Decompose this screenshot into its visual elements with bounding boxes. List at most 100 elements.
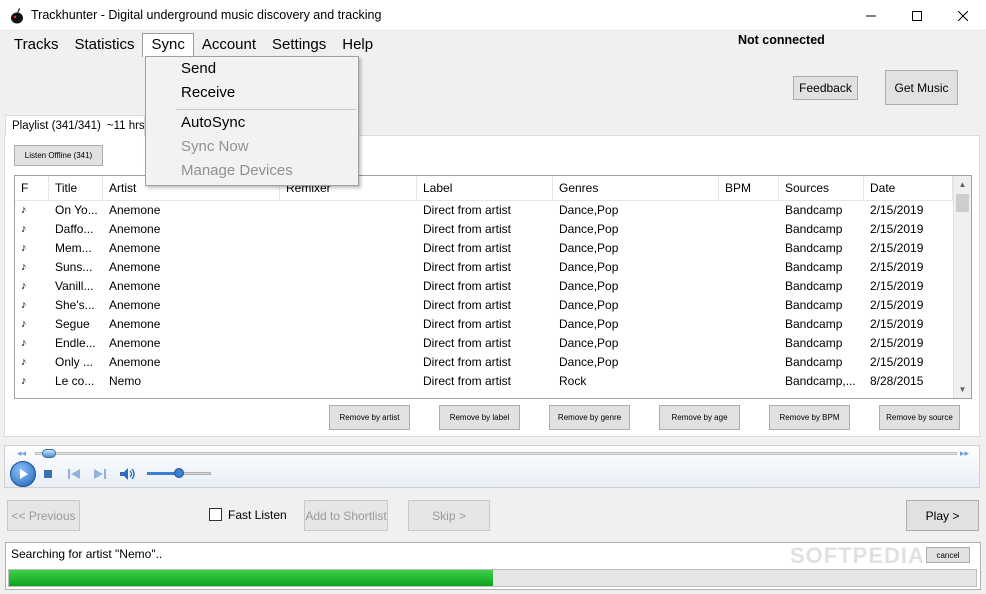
column-header-sources[interactable]: Sources	[779, 176, 864, 201]
scroll-thumb[interactable]	[956, 194, 969, 212]
remove-by-bpm-button[interactable]: Remove by BPM	[769, 405, 850, 430]
table-row[interactable]: ♪ Daffo... Anemone Direct from artist Dance,…	[15, 220, 953, 239]
listen-offline-button[interactable]: Listen Offline (341)	[14, 145, 103, 166]
title-bar: Trackhunter - Digital underground music …	[0, 0, 986, 31]
maximize-button[interactable]	[894, 0, 940, 31]
music-note-icon: ♪	[21, 280, 27, 292]
table-cell: Anemone	[109, 298, 161, 312]
remove-by-source-button[interactable]: Remove by source	[879, 405, 960, 430]
menu-account[interactable]: Account	[194, 33, 264, 57]
table-cell: Dance,Pop	[559, 203, 619, 217]
previous-track-icon[interactable]	[67, 467, 81, 481]
app-logo-icon	[10, 8, 24, 24]
play-button[interactable]: Play >	[906, 500, 979, 531]
column-header-date[interactable]: Date	[864, 176, 953, 201]
column-header-genres[interactable]: Genres	[553, 176, 719, 201]
table-cell	[280, 372, 417, 391]
scroll-down-icon[interactable]: ▼	[954, 381, 971, 398]
menu-item-send[interactable]: Send	[181, 60, 216, 77]
seek-bar[interactable]	[35, 452, 957, 455]
table-cell: Suns...	[55, 260, 93, 274]
table-row[interactable]: ♪ Segue Anemone Direct from artist Dance,Pop…	[15, 315, 953, 334]
menu-item-receive[interactable]: Receive	[181, 84, 235, 101]
table-row[interactable]: ♪ She's... Anemone Direct from artist Dance,…	[15, 296, 953, 315]
music-note-icon: ♪	[21, 299, 27, 311]
table-row[interactable]: ♪ Endle... Anemone Direct from artist Dance,…	[15, 334, 953, 353]
music-note-icon: ♪	[21, 223, 27, 235]
feedback-button[interactable]: Feedback	[793, 76, 858, 100]
track-table: F Title Artist Remixer Label Genres BPM …	[14, 175, 972, 399]
table-cell: 2/15/2019	[870, 203, 924, 217]
table-cell	[280, 315, 417, 334]
remove-by-age-button[interactable]: Remove by age	[659, 405, 740, 430]
table-cell: Direct from artist	[423, 336, 512, 350]
skip-button: Skip >	[408, 500, 490, 531]
table-cell: Nemo	[109, 374, 142, 388]
music-note-icon: ♪	[21, 356, 27, 368]
menu-sync[interactable]: Sync	[142, 33, 194, 57]
music-note-icon: ♪	[21, 337, 27, 349]
next-track-icon[interactable]	[93, 467, 107, 481]
table-row[interactable]: ♪ Le co... Nemo Direct from artist Rock Bandc…	[15, 372, 953, 391]
table-row[interactable]: ♪ Mem... Anemone Direct from artist Dance,Po…	[15, 239, 953, 258]
table-row[interactable]: ♪ Suns... Anemone Direct from artist Dance,P…	[15, 258, 953, 277]
volume-handle[interactable]	[174, 468, 184, 478]
menu-bar: Tracks Statistics Sync Account Settings …	[0, 33, 381, 57]
table-cell	[719, 315, 779, 334]
column-header-label[interactable]: Label	[417, 176, 553, 201]
cancel-button[interactable]: cancel	[926, 547, 970, 563]
menu-statistics[interactable]: Statistics	[66, 33, 142, 57]
seek-handle[interactable]	[42, 449, 57, 458]
watermark: SOFTPEDIA	[790, 543, 925, 568]
table-row[interactable]: ♪ Only ... Anemone Direct from artist Dance,…	[15, 353, 953, 372]
table-cell	[719, 201, 779, 220]
column-header-bpm[interactable]: BPM	[719, 176, 779, 201]
fast-listen-checkbox[interactable]	[209, 508, 222, 521]
table-cell: 2/15/2019	[870, 279, 924, 293]
music-note-icon: ♪	[21, 375, 27, 387]
table-cell	[280, 220, 417, 239]
get-music-button[interactable]: Get Music	[885, 70, 958, 105]
table-cell: Direct from artist	[423, 298, 512, 312]
seek-forward-icon[interactable]: ▸▸	[960, 448, 969, 459]
music-note-icon: ♪	[21, 204, 27, 216]
volume-icon[interactable]	[119, 467, 137, 481]
table-cell: Dance,Pop	[559, 241, 619, 255]
column-header-f[interactable]: F	[15, 176, 49, 201]
menu-help[interactable]: Help	[334, 33, 381, 57]
play-icon[interactable]	[10, 461, 36, 487]
table-cell: Segue	[55, 317, 90, 331]
remove-by-artist-button[interactable]: Remove by artist	[329, 405, 410, 430]
table-cell: On Yo...	[55, 203, 98, 217]
column-header-title[interactable]: Title	[49, 176, 103, 201]
minimize-button[interactable]	[848, 0, 894, 31]
stop-icon[interactable]	[41, 467, 55, 481]
menu-item-sync-now: Sync Now	[181, 138, 249, 155]
remove-by-genre-button[interactable]: Remove by genre	[549, 405, 630, 430]
remove-by-label-button[interactable]: Remove by label	[439, 405, 520, 430]
table-cell	[280, 258, 417, 277]
table-row[interactable]: ♪ Vanill... Anemone Direct from artist Dance…	[15, 277, 953, 296]
menu-item-autosync[interactable]: AutoSync	[181, 114, 245, 131]
scroll-up-icon[interactable]: ▲	[954, 176, 971, 193]
close-button[interactable]	[940, 0, 986, 31]
table-cell: Bandcamp	[785, 241, 843, 255]
table-scrollbar[interactable]: ▲ ▼	[953, 176, 971, 398]
playlist-tab-label: Playlist (341/341)	[12, 120, 101, 132]
table-cell: Dance,Pop	[559, 355, 619, 369]
menu-tracks[interactable]: Tracks	[6, 33, 66, 57]
tab-playlist[interactable]: Playlist (341/341) ~11 hrs 2	[5, 115, 145, 136]
table-body: ♪ On Yo... Anemone Direct from artist Dance,…	[15, 201, 953, 391]
table-cell: Anemone	[109, 260, 161, 274]
seek-back-icon[interactable]: ◂◂	[17, 448, 26, 459]
progress-fill	[9, 570, 493, 586]
table-cell: Dance,Pop	[559, 336, 619, 350]
table-cell	[719, 353, 779, 372]
table-cell	[280, 201, 417, 220]
table-cell: Dance,Pop	[559, 222, 619, 236]
previous-button: << Previous	[7, 500, 80, 531]
table-row[interactable]: ♪ On Yo... Anemone Direct from artist Dance,…	[15, 201, 953, 220]
menu-settings[interactable]: Settings	[264, 33, 334, 57]
media-player: ◂◂ ▸▸	[4, 445, 980, 488]
music-note-icon: ♪	[21, 242, 27, 254]
